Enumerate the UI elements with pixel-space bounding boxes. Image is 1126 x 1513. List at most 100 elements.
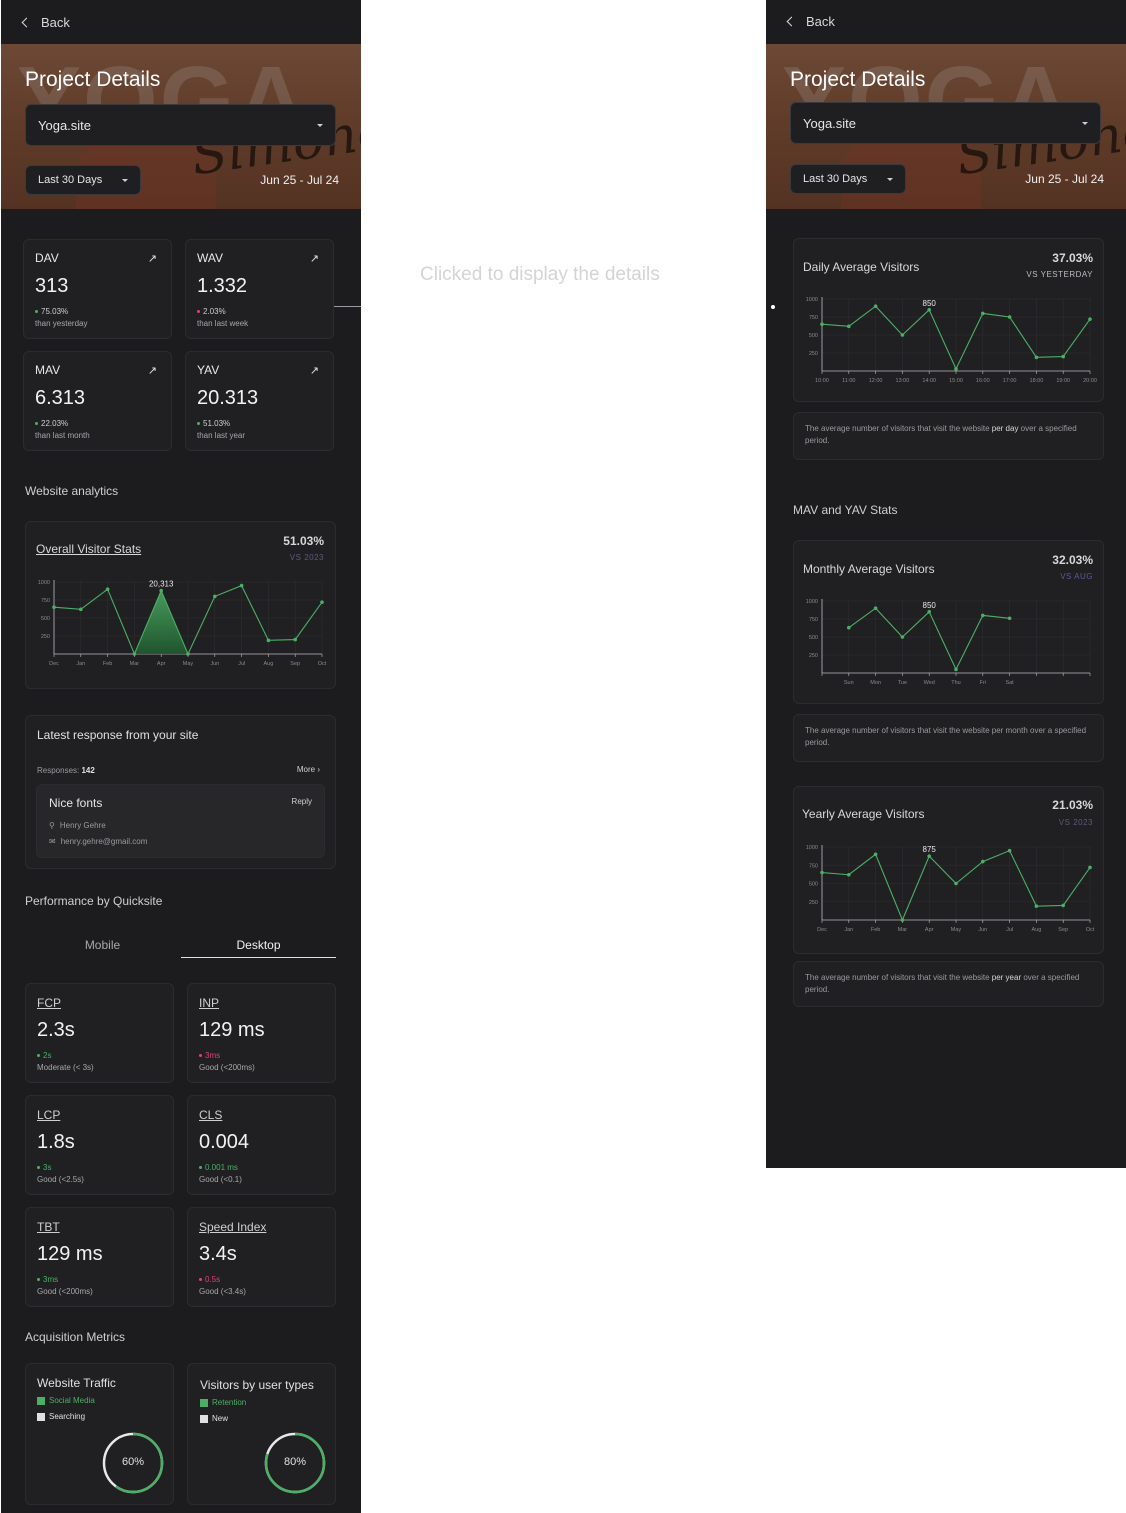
x-tick-label: Sep xyxy=(290,661,300,667)
daily-visitors-card[interactable]: Daily Average Visitors 37.03% VS YESTERD… xyxy=(793,238,1104,402)
up-indicator-icon xyxy=(197,422,200,426)
peak-label: 850 xyxy=(923,601,937,610)
legend-searching: Searching xyxy=(37,1412,85,1421)
x-tick-label: Mon xyxy=(870,680,881,686)
perf-card-inp[interactable]: INP 129 ms 3ms Good (<200ms) xyxy=(187,983,336,1083)
legend-swatch xyxy=(200,1414,208,1423)
data-point xyxy=(186,652,190,656)
tab-desktop[interactable]: Desktop xyxy=(181,932,336,958)
stat-value: 6.313 xyxy=(35,387,86,409)
perf-label[interactable]: INP xyxy=(199,996,219,1010)
stat-card-yav[interactable]: YAV ↗ 20.313 51.03% than last year xyxy=(185,351,334,451)
range-select-value: Last 30 Days xyxy=(803,173,868,185)
overall-visitor-card[interactable]: Overall Visitor Stats 51.03% VS 2023 250… xyxy=(25,521,336,689)
perf-change: 3ms xyxy=(199,1051,220,1060)
yearly-visitors-card[interactable]: Yearly Average Visitors 21.03% VS 2023 2… xyxy=(793,786,1104,954)
stat-sub: than yesterday xyxy=(35,319,88,328)
y-tick-label: 750 xyxy=(809,617,818,623)
overall-visitor-chart: 250 500 750 1000 Dec Jan Feb Mar Apr May Jun Jul Aug… xyxy=(38,580,327,667)
perf-sub: Good (<200ms) xyxy=(199,1063,255,1072)
range-select[interactable]: Last 30 Days xyxy=(25,165,141,195)
tab-mobile[interactable]: Mobile xyxy=(25,932,180,958)
data-point xyxy=(213,594,217,599)
daily-description: The average number of visitors that visi… xyxy=(793,412,1104,460)
change-indicator-icon xyxy=(199,1054,202,1058)
chevron-left-icon xyxy=(786,16,797,27)
x-tick-label: Jul xyxy=(1006,927,1013,933)
more-link[interactable]: More › xyxy=(297,765,320,774)
traffic-title: Website Traffic xyxy=(37,1376,116,1390)
connector-line-left xyxy=(334,306,361,307)
device-tabs: Mobile Desktop xyxy=(25,932,336,958)
perf-card-lcp[interactable]: LCP 1.8s 3s Good (<2.5s) xyxy=(25,1095,174,1195)
x-tick-label: 13:00 xyxy=(896,378,910,384)
section-website-analytics: Website analytics xyxy=(25,484,119,498)
perf-label[interactable]: Speed Index xyxy=(199,1220,266,1234)
x-tick-label: Dec xyxy=(817,927,827,933)
perf-card-cls[interactable]: CLS 0.004 0.001 ms Good (<0.1) xyxy=(187,1095,336,1195)
perf-value: 2.3s xyxy=(37,1019,75,1041)
perf-change-value: 3s xyxy=(43,1163,52,1172)
change-indicator-icon xyxy=(199,1278,202,1282)
response-name-text: Henry Gehre xyxy=(59,821,106,830)
data-point xyxy=(1034,355,1039,360)
perf-card-fcp[interactable]: FCP 2.3s 2s Moderate (< 3s) xyxy=(25,983,174,1083)
desc-bold: per year xyxy=(991,973,1022,982)
visitor-types-card[interactable]: Visitors by user types Retention New 80% xyxy=(187,1363,336,1505)
perf-label[interactable]: TBT xyxy=(37,1220,60,1234)
desc-bold: per day xyxy=(991,424,1019,433)
page-title: Project Details xyxy=(25,68,161,91)
stat-sub: than last month xyxy=(35,431,90,440)
y-tick-label: 1000 xyxy=(806,297,818,303)
perf-label[interactable]: CLS xyxy=(199,1108,222,1122)
perf-card-tbt[interactable]: TBT 129 ms 3ms Good (<200ms) xyxy=(25,1207,174,1307)
response-item[interactable]: Nice fonts Reply ⚲ Henry Gehre ✉ henry.geh… xyxy=(36,784,325,858)
perf-value: 1.8s xyxy=(37,1131,75,1153)
data-point xyxy=(900,918,905,922)
data-point xyxy=(873,852,878,857)
data-point xyxy=(820,870,824,875)
stat-card-mav[interactable]: MAV ↗ 6.313 22.03% than last month xyxy=(23,351,172,451)
perf-card-speed-index[interactable]: Speed Index 3.4s 0.5s Good (<3.4s) xyxy=(187,1207,336,1307)
down-indicator-icon xyxy=(197,310,200,314)
x-tick-label: Jan xyxy=(76,661,85,667)
data-point xyxy=(266,638,271,643)
reply-button[interactable]: Reply xyxy=(292,797,312,806)
x-tick-label: Feb xyxy=(871,927,880,933)
legend-swatch xyxy=(37,1396,45,1405)
data-point xyxy=(954,881,958,886)
expand-arrow-icon[interactable]: ↗ xyxy=(148,364,157,377)
perf-label[interactable]: FCP xyxy=(37,996,61,1010)
monthly-visitors-chart: 250 500 750 1000 Sun Mon Tue Wed Thu Fri Sat 850 xyxy=(806,599,1091,686)
section-mav-yav: MAV and YAV Stats xyxy=(793,503,898,517)
stat-card-dav[interactable]: DAV ↗ 313 75.03% than yesterday xyxy=(23,239,172,339)
data-point xyxy=(1007,616,1012,621)
x-tick-label: Apr xyxy=(925,927,934,933)
expand-arrow-icon[interactable]: ↗ xyxy=(148,252,157,265)
responses-count-label: Responses: xyxy=(37,766,80,775)
data-point xyxy=(847,625,851,630)
perf-label[interactable]: LCP xyxy=(37,1108,60,1122)
change-indicator-icon xyxy=(37,1278,40,1282)
change-indicator-icon xyxy=(37,1054,40,1058)
x-tick-label: Wed xyxy=(924,680,935,686)
data-point xyxy=(79,607,83,612)
legend-new: New xyxy=(200,1414,228,1423)
website-traffic-card[interactable]: Website Traffic Social Media Searching 6… xyxy=(25,1363,174,1505)
back-button[interactable]: Back xyxy=(766,0,1126,43)
expand-arrow-icon[interactable]: ↗ xyxy=(310,252,319,265)
monthly-visitors-card[interactable]: Monthly Average Visitors 32.03% VS AUG 2… xyxy=(793,540,1104,704)
y-tick-label: 750 xyxy=(41,598,50,604)
project-select[interactable]: Yoga.site xyxy=(25,104,336,146)
expand-arrow-icon[interactable]: ↗ xyxy=(310,364,319,377)
y-tick-label: 250 xyxy=(809,351,818,357)
range-select[interactable]: Last 30 Days xyxy=(790,164,906,194)
back-button[interactable]: Back xyxy=(1,0,361,44)
up-indicator-icon xyxy=(35,310,38,314)
yearly-description: The average number of visitors that visi… xyxy=(793,961,1104,1007)
perf-change: 3ms xyxy=(37,1275,58,1284)
x-tick-label: Feb xyxy=(103,661,112,667)
project-select[interactable]: Yoga.site xyxy=(790,102,1101,144)
stat-card-wav[interactable]: WAV ↗ 1.332 2.03% than last week xyxy=(185,239,334,339)
up-indicator-icon xyxy=(35,422,38,426)
